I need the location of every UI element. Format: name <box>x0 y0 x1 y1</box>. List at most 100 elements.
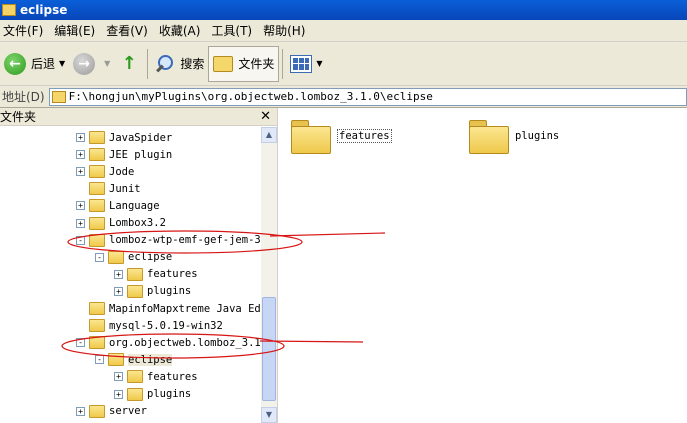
folder-icon <box>108 353 124 367</box>
folder-icon <box>51 90 66 103</box>
tree-item-label: mysql-5.0.19-win32 <box>109 319 223 332</box>
folder-icon <box>89 148 105 162</box>
close-icon[interactable]: ✕ <box>260 109 271 124</box>
scroll-down-icon[interactable]: ▼ <box>261 407 277 423</box>
tree-scrollbar[interactable]: ▲ ▼ <box>261 127 277 423</box>
expand-icon[interactable]: + <box>76 150 85 160</box>
tree-item-label: Lombox3.2 <box>109 217 166 229</box>
tree-item-label: plugins <box>147 388 192 400</box>
expand-icon[interactable]: + <box>76 218 85 228</box>
folder-icon <box>291 120 331 154</box>
folders-pane-title: 文件夹 <box>0 110 37 124</box>
folder-icon <box>89 182 105 196</box>
expand-icon[interactable]: + <box>76 406 85 416</box>
tree-item-label: org.objectweb.lomboz_3.1. <box>109 336 260 349</box>
toolbar: ← 后退 ▼ → ▼ ↑ 搜索 文件夹 ▼ <box>0 42 687 86</box>
tree-item[interactable]: MapinfoMapxtreme Java Edi <box>76 300 260 317</box>
folder-icon <box>89 216 105 230</box>
folder-icon <box>127 370 143 384</box>
collapse-icon[interactable]: - <box>76 235 85 245</box>
menu-edit[interactable]: 编辑(E) <box>51 22 103 39</box>
tree-item-label: lomboz-wtp-emf-gef-jem-3. <box>109 234 260 247</box>
expand-icon[interactable]: + <box>76 167 85 177</box>
tree-item[interactable]: - lomboz-wtp-emf-gef-jem-3. <box>76 232 260 249</box>
tree-item[interactable]: + plugins <box>114 386 191 403</box>
tree-item[interactable]: + Jode <box>76 163 134 180</box>
tree-item-label: server <box>109 405 147 418</box>
views-dropdown-icon[interactable]: ▼ <box>316 59 322 68</box>
forward-button[interactable]: → ▼ <box>69 46 114 82</box>
tree-item[interactable]: + features <box>114 266 198 283</box>
tree-item-label: JEE plugin <box>109 148 173 161</box>
menu-view[interactable]: 查看(V) <box>103 22 156 39</box>
collapse-icon[interactable]: - <box>95 252 104 262</box>
address-input[interactable]: F:\hongjun\myPlugins\org.objectweb.lombo… <box>48 87 687 106</box>
search-button[interactable]: 搜索 <box>151 46 208 82</box>
content-item-label: features <box>337 129 392 143</box>
collapse-icon[interactable]: - <box>95 355 104 365</box>
tree-item[interactable]: + JavaSpider <box>76 129 172 146</box>
expand-icon[interactable]: + <box>114 269 123 279</box>
tree-item[interactable]: + plugins <box>114 283 191 300</box>
scroll-up-icon[interactable]: ▲ <box>261 127 277 143</box>
tree-item[interactable]: - eclipse <box>95 249 172 266</box>
tree-item-label: Language <box>109 199 160 212</box>
views-button[interactable]: ▼ <box>286 46 326 82</box>
up-button[interactable]: ↑ <box>114 46 144 82</box>
menu-favorites[interactable]: 收藏(A) <box>156 22 209 39</box>
collapse-icon[interactable]: - <box>76 338 85 348</box>
folder-icon <box>89 319 105 333</box>
expand-icon[interactable]: + <box>114 389 123 399</box>
folder-icon <box>469 120 509 154</box>
forward-arrow-icon: → <box>73 52 96 75</box>
back-arrow-icon: ← <box>4 52 26 75</box>
search-icon <box>155 54 175 74</box>
folder-icon <box>89 404 105 418</box>
folders-pane-header: 文件夹 ✕ <box>0 108 277 126</box>
tree-item[interactable]: + JEE plugin <box>76 146 172 163</box>
content-item-plugins[interactable]: plugins <box>469 120 560 154</box>
forward-dropdown-icon[interactable]: ▼ <box>104 59 110 68</box>
back-dropdown-icon[interactable]: ▼ <box>59 59 65 68</box>
folder-icon <box>127 284 143 298</box>
content-item-features[interactable]: features <box>291 120 392 154</box>
tree-item-label: features <box>147 370 198 383</box>
tree-item[interactable]: mysql-5.0.19-win32 <box>76 317 223 334</box>
folder-icon <box>89 199 105 213</box>
folders-pane: 文件夹 ✕ + JavaSpider + JEE plugin + Jode Junit + L… <box>0 108 278 423</box>
menu-file[interactable]: 文件(F) <box>0 22 51 39</box>
content-item-label: plugins <box>515 130 560 142</box>
tree-item[interactable]: + features <box>114 368 198 385</box>
menu-tools[interactable]: 工具(T) <box>208 22 260 39</box>
tree-item[interactable]: + server <box>76 403 147 420</box>
address-bar: 地址(D) F:\hongjun\myPlugins\org.objectweb… <box>0 86 687 108</box>
folder-content: features plugins <box>279 108 687 423</box>
expand-icon[interactable]: + <box>114 286 123 296</box>
tree-item-label: Jode <box>109 165 135 178</box>
address-value: F:\hongjun\myPlugins\org.objectweb.lombo… <box>68 90 433 103</box>
tree-item[interactable]: Junit <box>76 180 141 197</box>
up-folder-icon: ↑ <box>121 53 137 74</box>
tree-item-label: features <box>147 268 198 281</box>
folders-icon <box>213 55 234 72</box>
toolbar-separator <box>147 48 149 79</box>
expand-icon[interactable]: + <box>76 201 85 211</box>
expand-icon[interactable]: + <box>114 372 123 382</box>
back-button[interactable]: ← 后退 ▼ <box>0 46 69 82</box>
menu-help[interactable]: 帮助(H) <box>260 22 313 39</box>
folder-icon <box>89 233 105 247</box>
tree-item-label: MapinfoMapxtreme Java Edi <box>109 302 260 315</box>
tree-item[interactable]: + Lombox3.2 <box>76 215 166 232</box>
tree-item[interactable]: - org.objectweb.lomboz_3.1. <box>76 334 260 351</box>
views-icon <box>290 54 313 73</box>
tree-item-label: Junit <box>109 182 141 195</box>
window-title: eclipse <box>20 3 68 17</box>
scrollbar-thumb[interactable] <box>262 297 276 401</box>
tree-item[interactable]: - eclipse <box>95 351 173 368</box>
folder-icon <box>89 336 105 350</box>
folder-icon <box>127 387 143 401</box>
toolbar-separator <box>282 48 284 79</box>
folders-button[interactable]: 文件夹 <box>208 45 280 82</box>
tree-item[interactable]: + Language <box>76 197 160 214</box>
expand-icon[interactable]: + <box>76 133 85 142</box>
